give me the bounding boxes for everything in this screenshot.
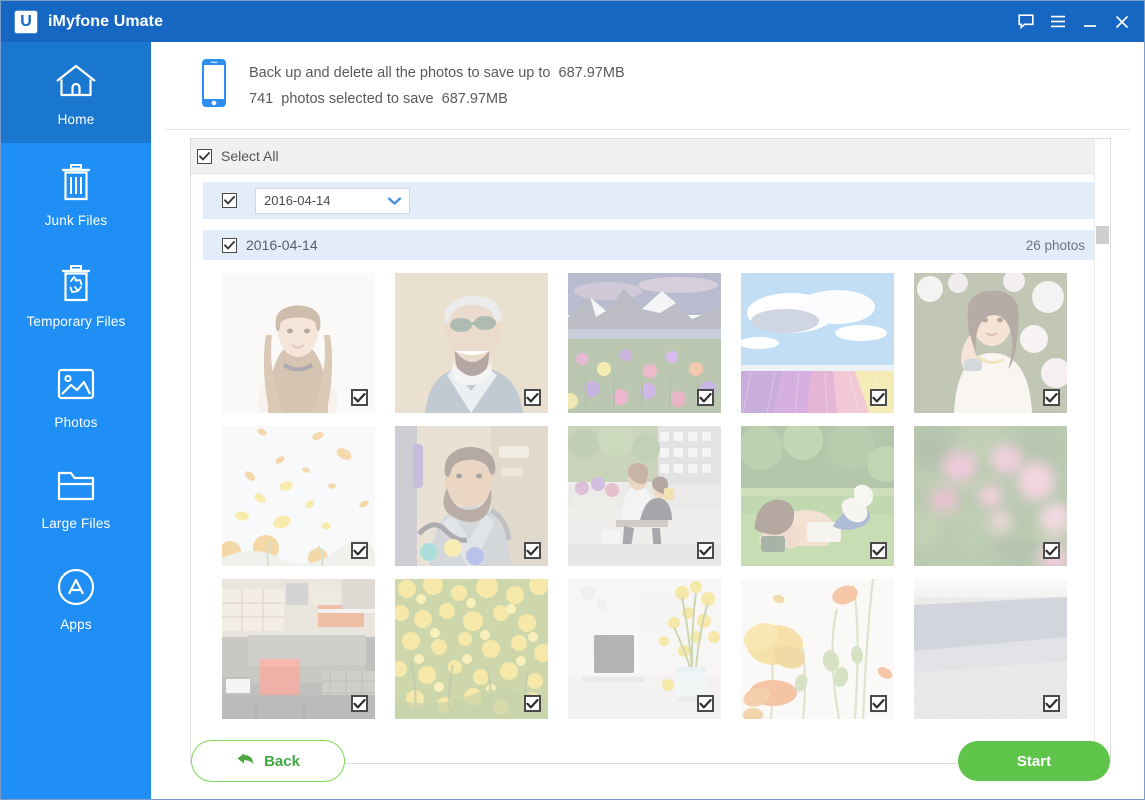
photo-checkbox[interactable] <box>351 542 368 559</box>
chevron-down-icon <box>387 192 402 210</box>
group-checkbox[interactable] <box>222 237 237 253</box>
sidebar: Home Junk Files Temporary Files Photos L… <box>1 42 151 799</box>
summary-banner: Back up and delete all the photos to sav… <box>165 42 1130 130</box>
photo-thumbnail[interactable] <box>568 426 721 566</box>
photo-thumbnail[interactable] <box>395 273 548 413</box>
photo-checkbox[interactable] <box>1043 542 1060 559</box>
photo-checkbox[interactable] <box>351 389 368 406</box>
sidebar-item-photos[interactable]: Photos <box>1 345 151 446</box>
date-filter-value: 2016-04-14 <box>264 193 331 208</box>
select-all-bar[interactable]: Select All <box>191 139 1110 174</box>
photo-checkbox[interactable] <box>351 695 368 712</box>
sidebar-item-large-files[interactable]: Large Files <box>1 446 151 547</box>
date-filter-row: 2016-04-14 <box>203 182 1098 219</box>
start-button[interactable]: Start <box>958 741 1110 781</box>
apps-icon <box>55 564 97 610</box>
photo-list-panel: Select All 2016-04-14 2016-04-14 26 phot… <box>190 138 1111 764</box>
close-icon[interactable] <box>1113 13 1131 31</box>
trash-icon <box>56 160 96 206</box>
photo-thumbnail[interactable] <box>222 579 375 719</box>
start-button-label: Start <box>1016 752 1052 770</box>
date-filter-checkbox[interactable] <box>222 193 237 208</box>
banner-line-2: 741 photos selected to save 687.97MB <box>249 90 508 107</box>
sidebar-item-temporary-files[interactable]: Temporary Files <box>1 244 151 345</box>
date-filter-dropdown[interactable]: 2016-04-14 <box>255 187 410 214</box>
photo-checkbox[interactable] <box>870 542 887 559</box>
sidebar-item-label: Junk Files <box>44 212 108 228</box>
sidebar-item-apps[interactable]: Apps <box>1 547 151 648</box>
photo-thumbnail[interactable] <box>222 273 375 413</box>
photo-group-header: 2016-04-14 26 photos <box>203 230 1098 260</box>
photo-checkbox[interactable] <box>1043 389 1060 406</box>
photo-icon <box>53 362 99 408</box>
photo-thumbnail[interactable] <box>741 426 894 566</box>
sidebar-item-label: Large Files <box>41 515 111 531</box>
photo-checkbox[interactable] <box>524 695 541 712</box>
minimize-icon[interactable] <box>1081 13 1099 31</box>
back-button[interactable]: Back <box>191 740 345 782</box>
photo-thumbnail[interactable] <box>395 579 548 719</box>
app-title: iMyfone Umate <box>48 12 164 30</box>
photo-thumbnail[interactable] <box>914 426 1067 566</box>
sidebar-item-label: Photos <box>54 414 98 430</box>
footer-bar: Back Start <box>151 722 1144 799</box>
photo-grid <box>191 260 1110 719</box>
photo-thumbnail[interactable] <box>395 426 548 566</box>
application-window: U iMyfone Umate Home Junk Files Temporar… <box>0 0 1145 800</box>
photo-thumbnail[interactable] <box>914 273 1067 413</box>
photo-thumbnail[interactable] <box>741 579 894 719</box>
folder-icon <box>53 463 99 509</box>
recycle-bin-icon <box>56 261 96 307</box>
sidebar-item-label: Home <box>57 111 95 127</box>
iphone-icon <box>201 58 227 113</box>
photo-checkbox[interactable] <box>1043 695 1060 712</box>
title-bar: U iMyfone Umate <box>1 1 1144 42</box>
photo-thumbnail[interactable] <box>568 273 721 413</box>
select-all-checkbox[interactable] <box>197 148 212 164</box>
select-all-label: Select All <box>221 148 279 164</box>
photo-checkbox[interactable] <box>524 542 541 559</box>
sidebar-item-home[interactable]: Home <box>1 42 151 143</box>
photo-checkbox[interactable] <box>697 389 714 406</box>
photo-thumbnail[interactable] <box>568 579 721 719</box>
main-content: Back up and delete all the photos to sav… <box>151 42 1144 799</box>
home-icon <box>53 59 99 105</box>
sidebar-item-label: Apps <box>60 616 92 632</box>
photo-thumbnail[interactable] <box>222 426 375 566</box>
sidebar-item-label: Temporary Files <box>26 313 126 329</box>
window-controls <box>1017 13 1131 31</box>
photo-checkbox[interactable] <box>870 695 887 712</box>
photo-checkbox[interactable] <box>524 389 541 406</box>
back-button-label: Back <box>264 752 300 770</box>
back-arrow-icon <box>236 751 255 772</box>
menu-icon[interactable] <box>1049 13 1067 31</box>
banner-line-1: Back up and delete all the photos to sav… <box>249 64 625 81</box>
photo-thumbnail[interactable] <box>914 579 1067 719</box>
photo-checkbox[interactable] <box>697 542 714 559</box>
sidebar-item-junk-files[interactable]: Junk Files <box>1 143 151 244</box>
app-logo-letter: U <box>20 12 32 30</box>
feedback-icon[interactable] <box>1017 13 1035 31</box>
photo-checkbox[interactable] <box>697 695 714 712</box>
photo-checkbox[interactable] <box>870 389 887 406</box>
photo-thumbnail[interactable] <box>741 273 894 413</box>
app-logo: U <box>15 10 37 33</box>
group-title: 2016-04-14 <box>246 237 318 253</box>
group-photo-count: 26 photos <box>1025 237 1085 253</box>
vertical-scrollbar[interactable] <box>1094 139 1110 763</box>
scrollbar-thumb[interactable] <box>1096 226 1109 244</box>
